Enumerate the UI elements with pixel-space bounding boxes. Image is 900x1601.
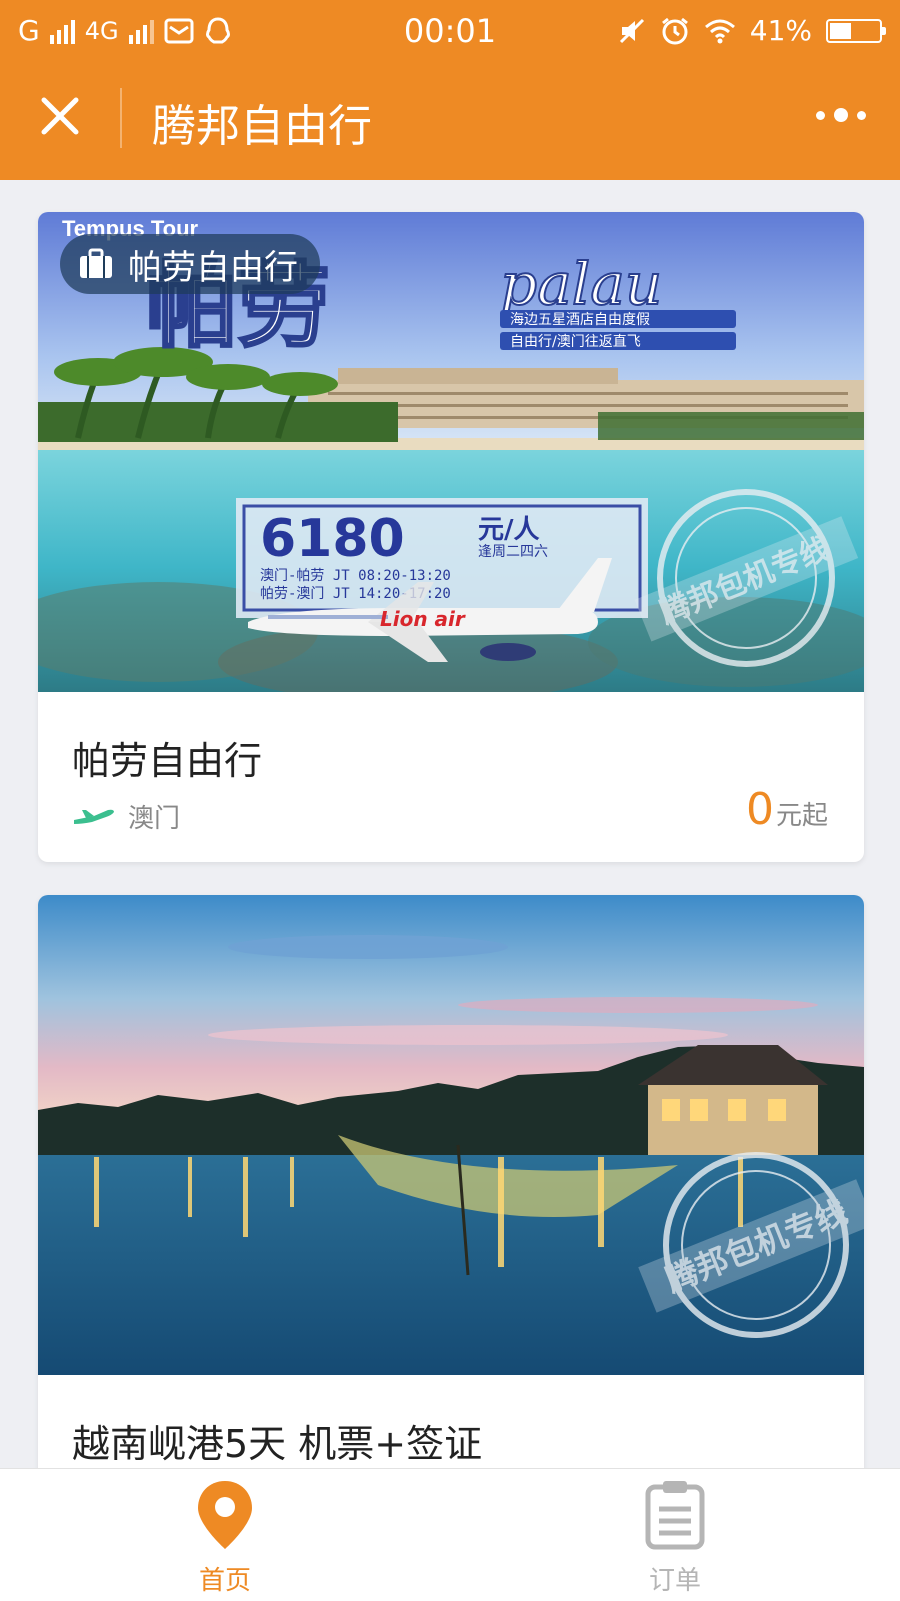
banner-sub2: 自由行/澳门往返直飞: [510, 333, 641, 350]
category-badge-label: 帕劳自由行: [128, 247, 298, 288]
title-bar: 腾邦自由行: [0, 64, 900, 180]
banner-flight1: 澳门-帕劳 JT 08:20-13:20: [260, 568, 451, 584]
close-icon[interactable]: [38, 94, 82, 138]
status-bar: G 4G 00:01 41%: [0, 0, 900, 64]
tab-orders-label: 订单: [648, 1566, 701, 1596]
danang-banner: 腾邦包机专线: [38, 895, 864, 1375]
bottom-tab-bar: 首页 订单: [0, 1468, 900, 1601]
battery-percent: 41%: [749, 14, 812, 47]
page-title: 腾邦自由行: [152, 101, 372, 152]
title-divider: [120, 88, 122, 148]
product-card[interactable]: 腾邦包机专线 越南岘港5天 机票+签证: [38, 895, 864, 1535]
banner-price: 6180: [260, 509, 405, 569]
location-pin-icon: [198, 1481, 252, 1549]
wifi-icon: [704, 19, 735, 43]
mute-icon: [619, 18, 644, 43]
banner-headline-en: palau: [500, 250, 662, 318]
status-right: 41%: [618, 14, 886, 47]
price-suffix: 元起: [775, 801, 828, 831]
banner-sub1: 海边五星酒店自由度假: [510, 312, 650, 328]
product-title[interactable]: 越南岘港5天 机票+签证: [72, 1413, 482, 1468]
price-value: 0: [745, 784, 774, 835]
product-card[interactable]: Tempus Tour 帕劳 palau 海边五星酒店自由度假 自由行/澳门往返…: [38, 212, 864, 862]
banner-price-unit: 元/人: [478, 515, 540, 545]
product-banner-image[interactable]: 腾邦包机专线: [38, 895, 864, 1375]
departure-info: 澳门: [72, 798, 180, 835]
banner-airline: Lion air: [380, 607, 466, 631]
tab-home[interactable]: 首页: [145, 1479, 305, 1597]
tab-home-label: 首页: [198, 1566, 251, 1596]
departure-city: 澳门: [128, 804, 181, 834]
product-banner-image[interactable]: Tempus Tour 帕劳 palau 海边五星酒店自由度假 自由行/澳门往返…: [38, 212, 864, 692]
product-title[interactable]: 帕劳自由行: [72, 730, 262, 785]
product-price: 0 元起: [746, 788, 828, 832]
banner-schedule: 逢周二四六: [478, 544, 548, 560]
plane-icon: [74, 809, 114, 824]
battery-icon: [826, 18, 886, 43]
alarm-icon: [661, 17, 688, 44]
suitcase-icon: [80, 248, 112, 278]
tab-orders[interactable]: 订单: [595, 1479, 755, 1597]
category-badge: 帕劳自由行: [60, 234, 320, 294]
clipboard-icon: [645, 1481, 705, 1550]
more-menu-icon[interactable]: [816, 108, 866, 122]
